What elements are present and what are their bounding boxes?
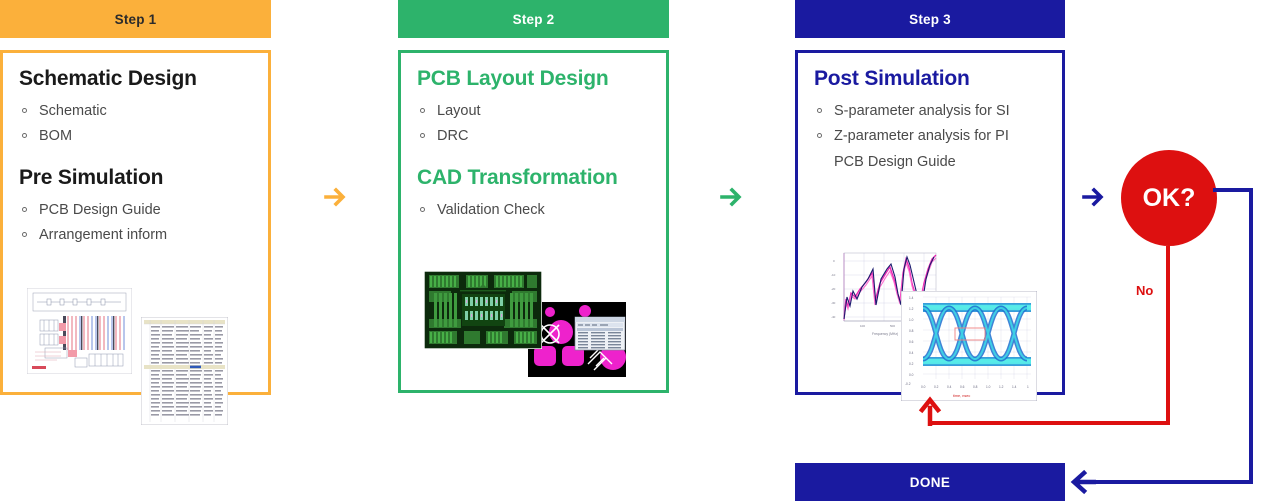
section-title: CAD Transformation	[417, 166, 618, 190]
cad-transformation-thumbnail	[528, 302, 626, 377]
svg-text:0.8: 0.8	[973, 385, 978, 389]
step-1-section-pre-simulation: Pre Simulation PCB Design Guide Arrangem…	[19, 166, 252, 249]
svg-text:1.0: 1.0	[986, 385, 991, 389]
list-item: Schematic	[19, 99, 252, 125]
step-3-card[interactable]: Post Simulation S-parameter analysis for…	[795, 50, 1065, 401]
section-title: Pre Simulation	[19, 166, 164, 190]
pcb-layout-thumbnail	[424, 271, 542, 349]
svg-text:0.0: 0.0	[909, 373, 914, 377]
section-title: Schematic Design	[19, 67, 197, 90]
svg-text:0.4: 0.4	[947, 385, 952, 389]
svg-text:500: 500	[890, 324, 895, 328]
svg-text:1.2: 1.2	[909, 307, 914, 311]
schematic-diagram-thumbnail	[27, 288, 132, 374]
yes-branch-right-line	[1249, 188, 1253, 482]
no-branch-up-arrow	[918, 396, 942, 426]
step-1-header: Step 1	[0, 0, 271, 38]
svg-text:1.0: 1.0	[909, 318, 914, 322]
step-2-card[interactable]: PCB Layout Design Layout DRC CAD Transfo…	[398, 50, 669, 393]
svg-text:0.6: 0.6	[909, 340, 914, 344]
svg-text:-40: -40	[831, 315, 836, 319]
section-title: PCB Layout Design	[417, 67, 609, 90]
step-3-section-post-simulation: Post Simulation S-parameter analysis for…	[814, 67, 1046, 176]
step-1-header-label: Step 1	[114, 11, 157, 27]
step-1-card[interactable]: Schematic Design Schematic BOM Pre Simul…	[0, 50, 271, 425]
svg-text:1.2: 1.2	[999, 385, 1004, 389]
done-button[interactable]: DONE	[795, 463, 1065, 501]
eye-diagram-thumbnail: 1.4 1.2 1.0 0.8 0.6 0.4 0.2 0.0 -0.2 0.0 0.2 0.…	[901, 291, 1037, 401]
list-item: DRC	[417, 124, 650, 150]
svg-text:0.0: 0.0	[921, 385, 926, 389]
no-branch-vertical-line	[1166, 246, 1170, 425]
yes-branch-bottom-line	[1090, 480, 1253, 484]
decision-label: OK?	[1142, 183, 1196, 212]
done-label: DONE	[909, 474, 951, 490]
list-item: Arrangement inform	[19, 223, 252, 249]
list-item: Validation Check	[417, 198, 650, 224]
svg-text:-30: -30	[831, 301, 836, 305]
section-bullet-list: Layout DRC	[417, 99, 650, 151]
list-item: BOM	[19, 124, 252, 150]
section-bullet-list: PCB Design Guide Arrangement inform	[19, 198, 252, 250]
eye-x-axis-label: time, nsec	[953, 394, 970, 398]
arrow-step1-to-step2	[324, 187, 346, 207]
svg-text:1.4: 1.4	[1012, 385, 1017, 389]
list-item: Layout	[417, 99, 650, 125]
svg-text:1.4: 1.4	[909, 296, 914, 300]
svg-text:0.2: 0.2	[909, 362, 914, 366]
section-bullet-list: S-parameter analysis for SI Z-parameter …	[814, 99, 1046, 176]
step-2-section-pcb-layout-design: PCB Layout Design Layout DRC	[417, 67, 650, 150]
svg-text:1: 1	[1027, 385, 1029, 389]
arrow-step3-to-decision	[1082, 187, 1104, 207]
step-3-header: Step 3	[795, 0, 1065, 38]
yes-branch-top-line	[1213, 188, 1253, 192]
bom-table-thumbnail	[141, 317, 228, 425]
list-item-continuation: PCB Design Guide	[834, 154, 956, 171]
section-bullet-list: Validation Check	[417, 198, 650, 224]
step-3-header-label: Step 3	[909, 11, 951, 27]
arrow-step2-to-step3	[720, 187, 742, 207]
svg-text:-0.2: -0.2	[905, 382, 911, 386]
list-item: PCB Design Guide	[19, 198, 252, 224]
step-2-header: Step 2	[398, 0, 669, 38]
no-branch-label: No	[1136, 283, 1154, 298]
svg-text:0.4: 0.4	[909, 351, 914, 355]
svg-text:-20: -20	[831, 287, 836, 291]
step-2-header-label: Step 2	[512, 11, 555, 27]
svg-text:100: 100	[860, 324, 865, 328]
no-branch-horizontal-line	[930, 421, 1170, 425]
sparam-x-axis-label: Frequency (MHz)	[872, 332, 898, 336]
decision-ok[interactable]: OK?	[1121, 150, 1217, 246]
yes-branch-left-arrow	[1070, 469, 1096, 495]
list-item: Z-parameter analysis for PI PCB Design G…	[814, 124, 1046, 176]
svg-text:-10: -10	[831, 273, 836, 277]
list-item: S-parameter analysis for SI	[814, 99, 1046, 125]
flowchart-canvas: Step 1 Schematic Design Schematic BOM Pr…	[0, 0, 1266, 502]
step-2-section-cad-transformation: CAD Transformation Validation Check	[417, 166, 650, 223]
step-1-section-schematic-design: Schematic Design Schematic BOM	[19, 67, 252, 150]
svg-text:0.8: 0.8	[909, 329, 914, 333]
section-title: Post Simulation	[814, 67, 970, 90]
svg-text:0.6: 0.6	[960, 385, 965, 389]
svg-text:0.2: 0.2	[934, 385, 939, 389]
section-bullet-list: Schematic BOM	[19, 99, 252, 151]
